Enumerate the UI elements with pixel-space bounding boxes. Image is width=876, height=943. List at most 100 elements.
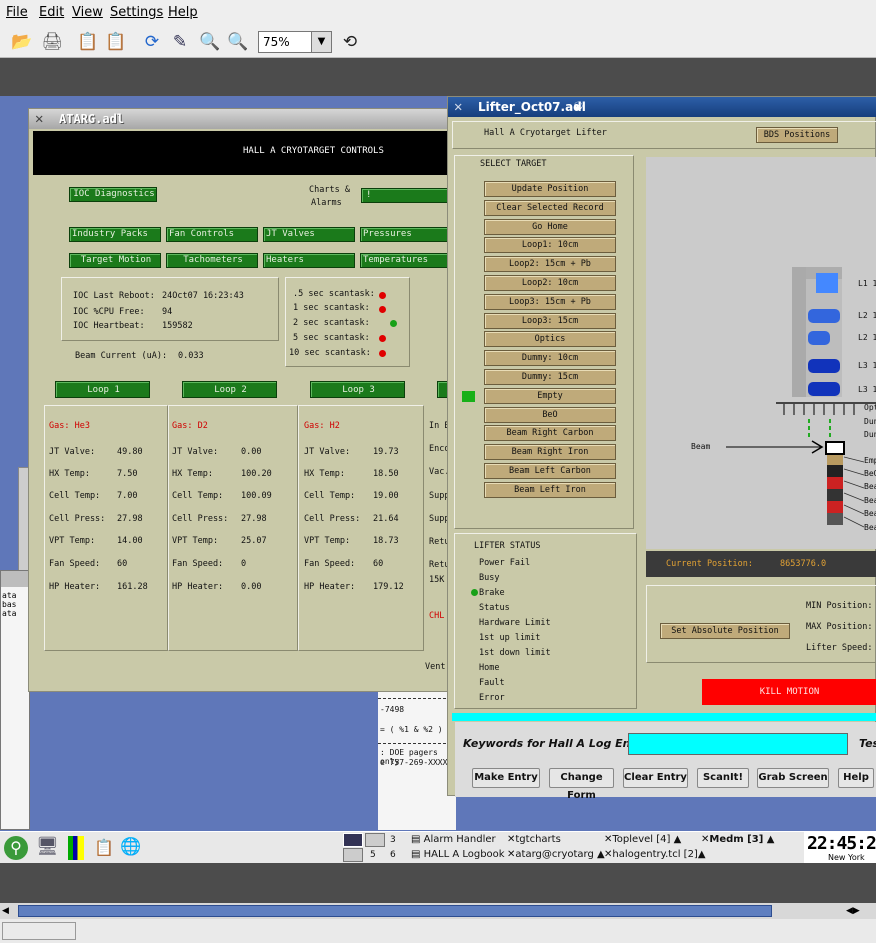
temperatures-button[interactable]: Temperatures <box>360 253 449 268</box>
task-label: Alarm Handler <box>423 834 496 845</box>
task-atarg[interactable]: ✕atarg@cryotarg ▲ <box>507 848 605 863</box>
zoom-in-icon[interactable]: 🔍 <box>198 30 222 54</box>
grab-screen-button[interactable]: Grab Screen <box>757 768 829 788</box>
menu-settings[interactable]: Settings <box>110 5 163 20</box>
target-button[interactable]: Beam Right Iron <box>484 444 616 461</box>
target-button[interactable]: Update Position <box>484 181 616 197</box>
target-button[interactable]: Beam Left Iron <box>484 481 616 498</box>
ioc-diagnostics-button[interactable]: IOC Diagnostics <box>69 187 157 202</box>
keywords-input[interactable] <box>628 733 848 755</box>
paste-icon[interactable]: 📋 <box>104 30 128 54</box>
gas-row-value: 18.50 <box>373 469 399 479</box>
notes-icon[interactable]: 📋 <box>94 838 114 857</box>
loop3-panel <box>298 405 424 651</box>
monitor-icon[interactable] <box>68 836 84 860</box>
chevron-up-icon[interactable]: ▲ <box>674 834 682 845</box>
close-icon[interactable]: ✕ <box>454 99 462 115</box>
kill-motion-button[interactable]: KILL MOTION <box>702 679 876 705</box>
pager-desk-2[interactable] <box>365 833 385 847</box>
change-form-button[interactable]: Change Form <box>549 768 614 801</box>
target-button[interactable]: Empty <box>484 387 616 404</box>
clock[interactable]: 22:45:29 New York <box>804 832 876 863</box>
jt-valves-button[interactable]: JT Valves <box>263 227 355 242</box>
clear-entry-button[interactable]: Clear Entry <box>623 768 688 788</box>
current-position-label: Current Position: <box>666 559 753 569</box>
zoom-select[interactable]: 75% ▼ <box>258 31 332 53</box>
scroll-left-icon[interactable]: ◀ <box>2 906 9 916</box>
pager-desk-3[interactable]: 3 <box>390 833 396 848</box>
menu-view[interactable]: View <box>72 5 103 20</box>
reload-icon[interactable]: ⟲ <box>338 30 362 54</box>
network-icon[interactable]: 🖥 <box>36 836 59 857</box>
heaters-button[interactable]: Heaters <box>263 253 355 268</box>
help-button[interactable]: Help <box>838 768 874 788</box>
target-button[interactable]: Beam Right Carbon <box>484 425 616 442</box>
industry-packs-button[interactable]: Industry Packs <box>69 227 161 242</box>
target-button[interactable]: Loop2: 10cm <box>484 275 616 291</box>
target-button[interactable]: Loop3: 15cm <box>484 312 616 329</box>
pager-desk-6[interactable]: 6 <box>390 848 396 863</box>
menu-edit[interactable]: Edit <box>39 5 64 20</box>
task-toplevel[interactable]: ✕Toplevel [4] ▲ <box>604 833 681 848</box>
set-absolute-position-button[interactable]: Set Absolute Position <box>660 623 790 639</box>
atarg-titlebar[interactable]: ✕ ATARG.adl <box>29 109 449 129</box>
current-position-value: 8653776.0 <box>780 559 827 569</box>
chevron-up-icon[interactable]: ▲ <box>767 834 775 845</box>
copy-icon[interactable]: 📋 <box>76 30 100 54</box>
current-position-bar: Current Position: 8653776.0 <box>646 551 876 577</box>
loop3-button[interactable]: Loop 3 <box>310 381 405 398</box>
bds-positions-button[interactable]: BDS Positions <box>756 127 838 143</box>
chevron-down-icon[interactable]: ▼ <box>311 32 331 52</box>
target-button[interactable]: Optics <box>484 331 616 348</box>
terminal-titlebar[interactable] <box>1 571 29 587</box>
task-halogentry[interactable]: ✕halogentry.tcl [2]▲ <box>604 848 706 863</box>
refresh-icon[interactable]: ⟳ <box>140 30 164 54</box>
menu-help[interactable]: Help <box>168 5 198 20</box>
loop1-button[interactable]: Loop 1 <box>55 381 150 398</box>
alarms-button[interactable]: ! <box>361 188 449 203</box>
task-hall-a-logbook[interactable]: ▤ HALL A Logbook <box>411 848 505 863</box>
tachometers-button[interactable]: Tachometers <box>166 253 258 268</box>
globe-icon[interactable]: 🌐 <box>120 837 141 857</box>
horizontal-scrollbar[interactable]: ◀ ◀▶ <box>0 903 876 919</box>
task-medm[interactable]: ✕Medm [3] ▲ <box>701 833 774 848</box>
task-tgtcharts[interactable]: ✕tgtcharts <box>507 833 561 848</box>
target-button[interactable]: Go Home <box>484 218 616 235</box>
target-button[interactable]: Dummy: 15cm <box>484 369 616 385</box>
make-entry-button[interactable]: Make Entry <box>472 768 540 788</box>
scrollbar-thumb[interactable] <box>18 905 772 917</box>
pager-desk-4[interactable] <box>343 848 363 862</box>
target-button[interactable]: Dummy: 10cm <box>484 350 616 367</box>
close-icon[interactable]: ✕ <box>35 111 43 127</box>
gas-row-label: VPT Temp: <box>172 536 219 546</box>
task-alarm-handler[interactable]: ▤ Alarm Handler <box>411 833 496 848</box>
pager-desk-5[interactable]: 5 <box>370 848 376 863</box>
pager-desk-1[interactable] <box>343 833 363 847</box>
start-icon[interactable]: ⚲ <box>4 836 28 860</box>
loop2-button[interactable]: Loop 2 <box>182 381 277 398</box>
lifter-titlebar[interactable]: ✕ Lifter_Oct07.adl ☯ <box>448 97 876 117</box>
pressures-button[interactable]: Pressures <box>360 227 449 242</box>
scanit-button[interactable]: ScanIt! <box>697 768 749 788</box>
zoom-out-icon[interactable]: 🔍 <box>226 30 250 54</box>
scroll-right-icon[interactable]: ◀▶ <box>846 906 860 916</box>
fan-controls-button[interactable]: Fan Controls <box>166 227 258 242</box>
target-button[interactable]: Loop1: 10cm <box>484 237 616 254</box>
edit-icon[interactable]: ✎ <box>168 30 192 54</box>
gas-row-label: HX Temp: <box>172 469 213 479</box>
gas-row-value: 7.50 <box>117 469 138 479</box>
terminal-window[interactable]: ata bas ata <box>0 570 30 830</box>
open-folder-icon[interactable]: 📂 <box>10 30 34 54</box>
target-button[interactable]: BeO <box>484 406 616 423</box>
side-label: CHL <box>429 611 445 621</box>
print-icon[interactable]: 🖨 <box>40 30 64 54</box>
target-button[interactable]: Beam Left Carbon <box>484 463 616 479</box>
target-button[interactable]: Loop2: 15cm + Pb <box>484 256 616 273</box>
target-motion-button[interactable]: Target Motion <box>69 253 161 268</box>
diagram-label: L1 10 <box>858 279 876 288</box>
chevron-up-icon[interactable]: ▲ <box>698 849 706 860</box>
target-button[interactable]: Loop3: 15cm + Pb <box>484 293 616 310</box>
target-button[interactable]: Clear Selected Record <box>484 199 616 216</box>
menu-icon[interactable]: ☯ <box>574 98 582 114</box>
menu-file[interactable]: File <box>6 5 28 20</box>
